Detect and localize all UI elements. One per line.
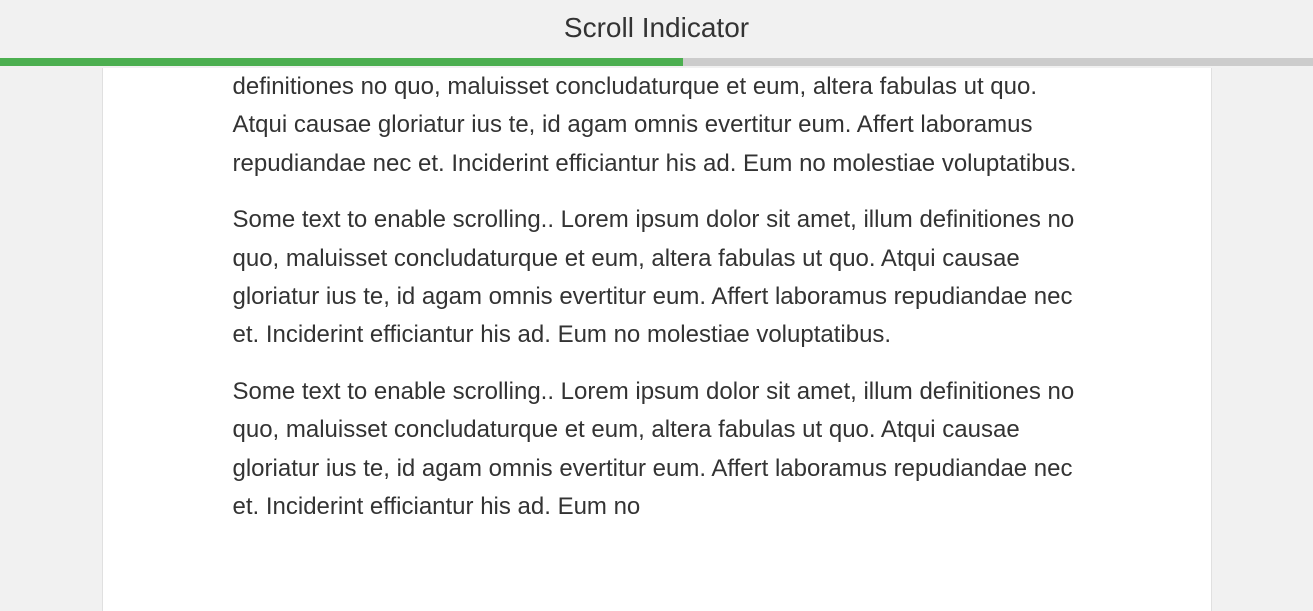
page-title: Scroll Indicator — [0, 0, 1313, 58]
scroll-progress-bar — [0, 58, 683, 66]
paragraph: Some text to enable scrolling.. Lorem ip… — [233, 373, 1081, 527]
paragraph: Some text to enable scrolling.. Lorem ip… — [233, 201, 1081, 355]
paragraph: definitiones no quo, maluisset concludat… — [233, 68, 1081, 183]
header: Scroll Indicator — [0, 0, 1313, 66]
content-area: definitiones no quo, maluisset concludat… — [102, 68, 1212, 611]
scroll-progress-track — [0, 58, 1313, 66]
content-wrapper[interactable]: definitiones no quo, maluisset concludat… — [0, 68, 1313, 611]
